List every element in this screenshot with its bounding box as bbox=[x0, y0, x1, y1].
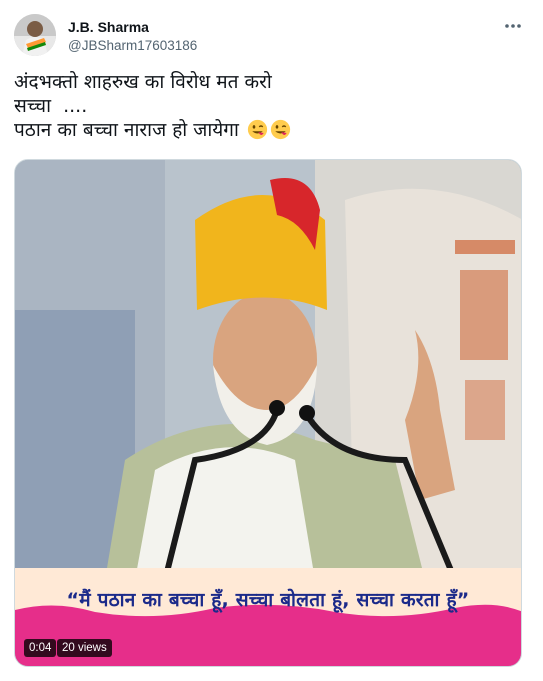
video-views-badge: 20 views bbox=[57, 639, 112, 657]
tweet-card: J.B. Sharma @JBSharm17603186 अंदभक्तो शा… bbox=[0, 0, 543, 681]
more-options-icon[interactable] bbox=[501, 16, 525, 40]
tweet-line: सच्चा .... bbox=[14, 95, 88, 117]
video-duration-badge: 0:04 bbox=[24, 639, 57, 657]
author-handle[interactable]: @JBSharm17603186 bbox=[68, 38, 197, 53]
winking-face-with-tongue-icon bbox=[247, 119, 268, 140]
video-caption: “मैं पठान का बच्चा हूँ, सच्चा बोलता हूं,… bbox=[66, 589, 470, 611]
winking-face-with-tongue-icon bbox=[270, 119, 291, 140]
tweet-header: J.B. Sharma @JBSharm17603186 bbox=[14, 14, 529, 58]
tweet-line: अंदभक्तो शाहरुख का विरोध मत करो bbox=[14, 71, 272, 93]
tweet-line: पठान का बच्चा नाराज हो जायेगा bbox=[14, 119, 239, 141]
avatar[interactable] bbox=[14, 14, 56, 56]
tweet-text: अंदभक्तो शाहरुख का विरोध मत करो सच्चा ..… bbox=[14, 70, 514, 142]
author-name[interactable]: J.B. Sharma bbox=[68, 19, 149, 35]
video-player[interactable]: “मैं पठान का बच्चा हूँ, सच्चा बोलता हूं,… bbox=[14, 159, 522, 667]
tweet-line-with-emoji: पठान का बच्चा नाराज हो जायेगा bbox=[14, 118, 514, 142]
